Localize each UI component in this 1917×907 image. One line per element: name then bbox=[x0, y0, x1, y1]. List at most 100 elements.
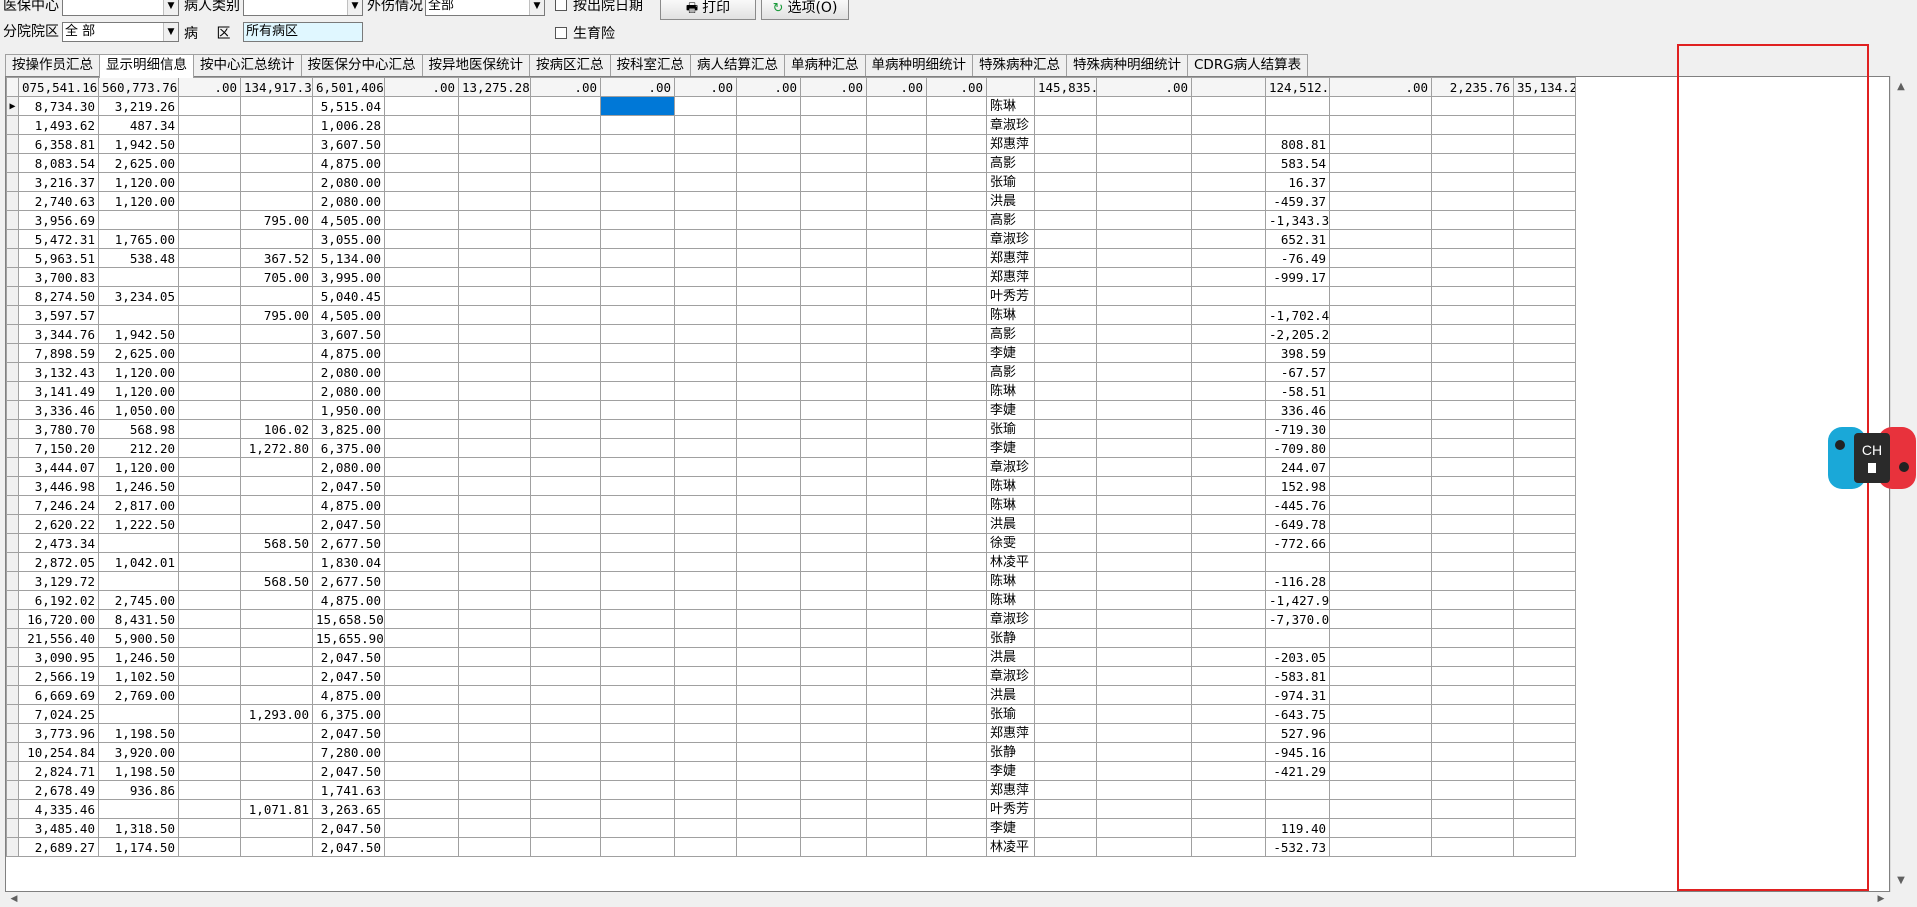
table-cell[interactable] bbox=[384, 457, 459, 477]
table-cell[interactable] bbox=[458, 704, 531, 724]
table-cell[interactable]: 2,566.19 bbox=[18, 666, 99, 686]
table-cell[interactable] bbox=[926, 172, 987, 192]
table-cell[interactable] bbox=[926, 780, 987, 800]
table-cell[interactable] bbox=[1329, 666, 1432, 686]
table-cell[interactable] bbox=[1431, 742, 1514, 762]
table-cell[interactable]: 1,120.00 bbox=[98, 191, 179, 211]
table-cell[interactable] bbox=[866, 267, 927, 287]
table-cell[interactable]: 1,071.81 bbox=[240, 799, 313, 819]
table-cell[interactable] bbox=[674, 267, 737, 287]
table-cell[interactable] bbox=[1431, 362, 1514, 382]
table-cell[interactable] bbox=[800, 685, 867, 705]
tab-item[interactable]: 按医保分中心汇总 bbox=[300, 54, 423, 76]
table-row[interactable]: 6,192.022,745.00 4,875.00 陈琳 -1,427.98 bbox=[6, 590, 1576, 610]
row-indicator[interactable] bbox=[6, 780, 19, 800]
table-cell[interactable] bbox=[1513, 248, 1576, 268]
chevron-down-icon[interactable]: ▼ bbox=[163, 0, 178, 15]
table-cell[interactable]: 4,875.00 bbox=[312, 153, 385, 173]
table-cell[interactable] bbox=[1431, 780, 1514, 800]
row-indicator[interactable] bbox=[6, 172, 19, 192]
table-cell[interactable] bbox=[178, 96, 241, 116]
table-cell[interactable] bbox=[1034, 438, 1097, 458]
table-cell[interactable] bbox=[866, 305, 927, 325]
table-cell[interactable] bbox=[926, 381, 987, 401]
table-row[interactable]: 6,669.69 2,769.00 4,875.00 洪晨 -974.31 bbox=[6, 685, 1576, 705]
row-indicator[interactable] bbox=[6, 305, 19, 325]
table-cell[interactable] bbox=[866, 153, 927, 173]
table-cell[interactable] bbox=[866, 324, 927, 344]
table-cell[interactable] bbox=[458, 134, 531, 154]
table-cell[interactable] bbox=[1191, 780, 1266, 800]
table-cell[interactable] bbox=[926, 248, 987, 268]
table-cell[interactable] bbox=[1513, 590, 1576, 610]
table-cell[interactable]: 2,817.00 bbox=[98, 495, 179, 515]
table-cell[interactable]: 2,625.00 bbox=[98, 153, 179, 173]
table-cell[interactable]: 3,263.65 bbox=[312, 799, 385, 819]
table-cell[interactable] bbox=[736, 647, 801, 667]
table-cell[interactable] bbox=[736, 229, 801, 249]
table-cell[interactable] bbox=[1191, 818, 1266, 838]
scroll-left-icon[interactable]: ◀ bbox=[5, 892, 23, 907]
table-cell[interactable] bbox=[1513, 837, 1576, 857]
table-cell[interactable] bbox=[1329, 685, 1432, 705]
table-cell[interactable] bbox=[178, 571, 241, 591]
table-cell[interactable] bbox=[736, 210, 801, 230]
table-cell[interactable] bbox=[800, 381, 867, 401]
table-cell[interactable] bbox=[458, 343, 531, 363]
row-indicator[interactable] bbox=[6, 514, 19, 534]
table-cell[interactable] bbox=[1191, 533, 1266, 553]
table-cell[interactable] bbox=[1265, 552, 1330, 572]
table-cell[interactable]: 陈琳 bbox=[986, 495, 1035, 515]
table-cell[interactable] bbox=[1329, 476, 1432, 496]
table-cell[interactable] bbox=[1431, 476, 1514, 496]
table-cell[interactable] bbox=[800, 419, 867, 439]
table-cell[interactable] bbox=[384, 153, 459, 173]
table-cell[interactable]: -459.37 bbox=[1265, 191, 1330, 211]
table-cell[interactable] bbox=[240, 761, 313, 781]
table-cell[interactable]: 1,942.50 bbox=[98, 134, 179, 154]
table-cell[interactable] bbox=[178, 134, 241, 154]
table-cell[interactable] bbox=[1096, 609, 1192, 629]
table-cell[interactable]: 2,047.50 bbox=[312, 666, 385, 686]
table-row[interactable]: 5,963.51 538.48 367.52 5,134.00 郑惠萍 -76.49 bbox=[6, 248, 1576, 268]
table-cell[interactable]: -116.28 bbox=[1265, 571, 1330, 591]
table-cell[interactable] bbox=[600, 571, 675, 591]
table-cell[interactable] bbox=[98, 704, 179, 724]
row-indicator[interactable] bbox=[6, 248, 19, 268]
table-cell[interactable] bbox=[1191, 552, 1266, 572]
print-button[interactable]: 🖶 打印 bbox=[660, 0, 756, 20]
table-cell[interactable] bbox=[926, 438, 987, 458]
table-row[interactable]: 2,473.34 568.50 2,677.50 徐雯 -772.66 bbox=[6, 533, 1576, 553]
table-cell[interactable] bbox=[736, 362, 801, 382]
table-row[interactable]: 16,720.008,431.50 15,658.50 章淑珍 -7,370.00 bbox=[6, 609, 1576, 629]
table-cell[interactable] bbox=[530, 818, 601, 838]
table-cell[interactable] bbox=[1431, 400, 1514, 420]
table-cell[interactable] bbox=[1431, 96, 1514, 116]
table-cell[interactable]: -1,427.98 bbox=[1265, 590, 1330, 610]
table-cell[interactable] bbox=[600, 590, 675, 610]
table-cell[interactable] bbox=[530, 590, 601, 610]
table-cell[interactable] bbox=[1191, 419, 1266, 439]
table-cell[interactable] bbox=[1513, 324, 1576, 344]
table-cell[interactable] bbox=[674, 628, 737, 648]
table-cell[interactable] bbox=[178, 590, 241, 610]
table-cell[interactable] bbox=[1513, 362, 1576, 382]
table-cell[interactable] bbox=[800, 704, 867, 724]
table-cell[interactable] bbox=[1329, 799, 1432, 819]
table-cell[interactable] bbox=[178, 666, 241, 686]
table-cell[interactable] bbox=[1513, 343, 1576, 363]
table-cell[interactable] bbox=[600, 153, 675, 173]
table-cell[interactable] bbox=[530, 362, 601, 382]
table-cell[interactable]: 张静 bbox=[986, 628, 1035, 648]
table-cell[interactable]: 2,872.05 bbox=[18, 552, 99, 572]
table-cell[interactable] bbox=[384, 704, 459, 724]
table-cell[interactable] bbox=[458, 761, 531, 781]
chevron-down-icon[interactable]: ▼ bbox=[529, 0, 544, 15]
table-row[interactable]: 1,493.62 487.34 1,006.28 章淑珍 bbox=[6, 115, 1576, 135]
table-cell[interactable] bbox=[600, 324, 675, 344]
table-cell[interactable] bbox=[178, 324, 241, 344]
table-cell[interactable] bbox=[1265, 780, 1330, 800]
table-cell[interactable] bbox=[530, 210, 601, 230]
table-cell[interactable] bbox=[800, 172, 867, 192]
table-cell[interactable]: 152.98 bbox=[1265, 476, 1330, 496]
